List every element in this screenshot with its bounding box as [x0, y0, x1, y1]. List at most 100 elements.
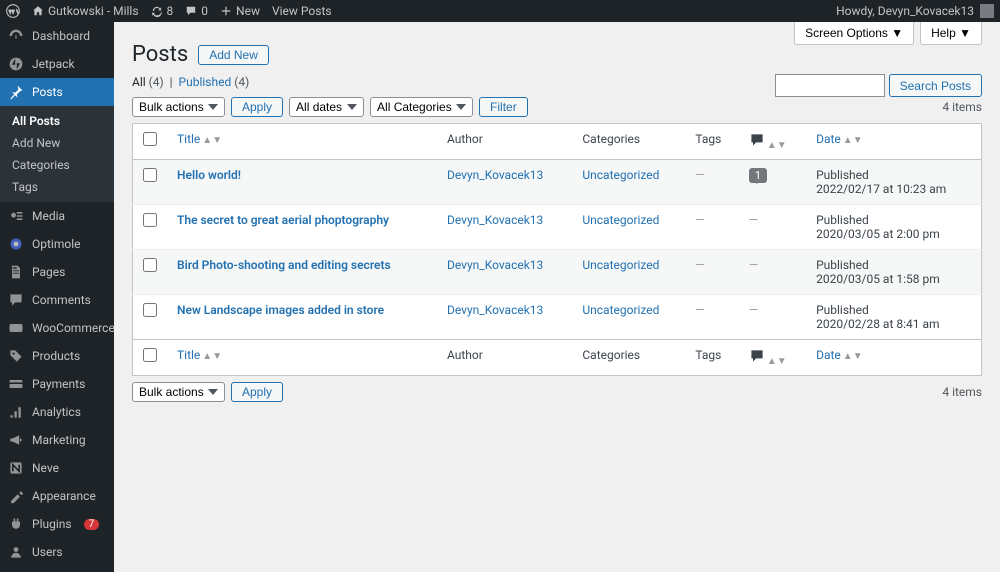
menu-media[interactable]: Media: [0, 202, 114, 230]
submenu-add-new[interactable]: Add New: [0, 132, 114, 154]
post-tags: —: [695, 168, 704, 182]
dates-select[interactable]: All dates: [289, 97, 364, 117]
new-link[interactable]: New: [220, 4, 260, 18]
post-status: Published: [816, 258, 869, 272]
page-title: Posts: [132, 42, 188, 67]
menu-dashboard[interactable]: Dashboard: [0, 22, 114, 50]
add-new-button[interactable]: Add New: [198, 45, 269, 65]
search-input[interactable]: [775, 74, 885, 97]
post-title-link[interactable]: Bird Photo-shooting and editing secrets: [177, 258, 391, 272]
table-row: Hello world! Devyn_Kovacek13 Uncategorized…: [133, 160, 982, 205]
post-author-link[interactable]: Devyn_Kovacek13: [447, 213, 543, 227]
row-checkbox[interactable]: [143, 213, 157, 227]
view-posts-link[interactable]: View Posts: [272, 4, 332, 18]
menu-neve[interactable]: Neve: [0, 454, 114, 482]
marketing-icon: [8, 432, 24, 448]
post-status: Published: [816, 303, 869, 317]
column-title-bottom[interactable]: Title▲▼: [167, 340, 437, 376]
post-author-link[interactable]: Devyn_Kovacek13: [447, 168, 543, 182]
howdy-link[interactable]: Howdy, Devyn_Kovacek13: [836, 4, 974, 18]
filter-all[interactable]: All: [132, 75, 146, 89]
pages-icon: [8, 264, 24, 280]
post-status: Published: [816, 168, 869, 182]
column-title[interactable]: Title▲▼: [167, 124, 437, 160]
post-comments-none: —: [749, 213, 758, 227]
post-author-link[interactable]: Devyn_Kovacek13: [447, 258, 543, 272]
search-posts-button[interactable]: Search Posts: [889, 74, 982, 97]
media-icon: [8, 208, 24, 224]
menu-optimole[interactable]: Optimole: [0, 230, 114, 258]
column-date[interactable]: Date▲▼: [806, 124, 981, 160]
pin-icon: [8, 84, 24, 100]
post-tags: —: [695, 258, 704, 272]
bulk-actions-select[interactable]: Bulk actions: [132, 97, 225, 117]
updates-count: 8: [167, 4, 174, 18]
comment-count-bubble[interactable]: 1: [749, 168, 767, 183]
categories-select[interactable]: All Categories: [370, 97, 473, 117]
menu-plugins[interactable]: Plugins7: [0, 510, 114, 538]
menu-jetpack[interactable]: Jetpack: [0, 50, 114, 78]
filter-published[interactable]: Published: [179, 75, 232, 89]
post-comments-none: —: [749, 258, 758, 272]
menu-comments[interactable]: Comments: [0, 286, 114, 314]
post-status: Published: [816, 213, 869, 227]
post-category-link[interactable]: Uncategorized: [582, 258, 659, 272]
post-category-link[interactable]: Uncategorized: [582, 303, 659, 317]
column-tags: Tags: [685, 124, 739, 160]
post-date: 2022/02/17 at 10:23 am: [816, 182, 946, 196]
screen-options-button[interactable]: Screen Options ▼: [794, 22, 914, 45]
menu-analytics[interactable]: Analytics: [0, 398, 114, 426]
comment-icon: [749, 132, 765, 148]
submenu-categories[interactable]: Categories: [0, 154, 114, 176]
appearance-icon: [8, 488, 24, 504]
post-author-link[interactable]: Devyn_Kovacek13: [447, 303, 543, 317]
avatar[interactable]: [980, 4, 994, 18]
site-name: Gutkowski - Mills: [48, 4, 139, 18]
optimole-icon: [8, 236, 24, 252]
post-comments-none: —: [749, 303, 758, 317]
post-category-link[interactable]: Uncategorized: [582, 168, 659, 182]
wp-logo[interactable]: [6, 4, 20, 18]
menu-tools[interactable]: Tools: [0, 566, 114, 572]
help-button[interactable]: Help ▼: [920, 22, 982, 45]
table-row: The secret to great aerial phoptography D…: [133, 205, 982, 250]
updates-link[interactable]: 8: [151, 4, 174, 18]
select-all-checkbox-bottom[interactable]: [143, 348, 157, 362]
posts-table: Title▲▼ Author Categories Tags ▲▼ Date▲▼…: [132, 123, 982, 376]
select-all-checkbox[interactable]: [143, 132, 157, 146]
row-checkbox[interactable]: [143, 303, 157, 317]
neve-icon: [8, 460, 24, 476]
bulk-actions-select-bottom[interactable]: Bulk actions: [132, 382, 225, 402]
post-tags: —: [695, 213, 704, 227]
apply-button[interactable]: Apply: [231, 97, 283, 117]
menu-payments[interactable]: Payments: [0, 370, 114, 398]
plugins-icon: [8, 516, 24, 532]
users-icon: [8, 544, 24, 560]
filter-button[interactable]: Filter: [479, 97, 528, 117]
submenu-tags[interactable]: Tags: [0, 176, 114, 198]
menu-posts[interactable]: Posts: [0, 78, 114, 106]
plugins-badge: 7: [84, 519, 100, 530]
post-date: 2020/03/05 at 2:00 pm: [816, 227, 940, 241]
menu-woocommerce[interactable]: WooCommerce: [0, 314, 114, 342]
menu-appearance[interactable]: Appearance: [0, 482, 114, 510]
post-title-link[interactable]: New Landscape images added in store: [177, 303, 384, 317]
comments-link[interactable]: 0: [185, 4, 208, 18]
column-comments[interactable]: ▲▼: [739, 124, 806, 160]
row-checkbox[interactable]: [143, 168, 157, 182]
items-count-bottom: 4 items: [942, 385, 982, 399]
row-checkbox[interactable]: [143, 258, 157, 272]
post-title-link[interactable]: The secret to great aerial phoptography: [177, 213, 389, 227]
post-title-link[interactable]: Hello world!: [177, 168, 241, 182]
menu-users[interactable]: Users: [0, 538, 114, 566]
site-name-link[interactable]: Gutkowski - Mills: [32, 4, 139, 18]
menu-marketing[interactable]: Marketing: [0, 426, 114, 454]
menu-products[interactable]: Products: [0, 342, 114, 370]
apply-button-bottom[interactable]: Apply: [231, 382, 283, 402]
jetpack-icon: [8, 56, 24, 72]
posts-submenu: All Posts Add New Categories Tags: [0, 106, 114, 202]
screen-meta: Screen Options ▼ Help ▼: [794, 22, 982, 45]
menu-pages[interactable]: Pages: [0, 258, 114, 286]
submenu-all-posts[interactable]: All Posts: [0, 110, 114, 132]
post-category-link[interactable]: Uncategorized: [582, 213, 659, 227]
